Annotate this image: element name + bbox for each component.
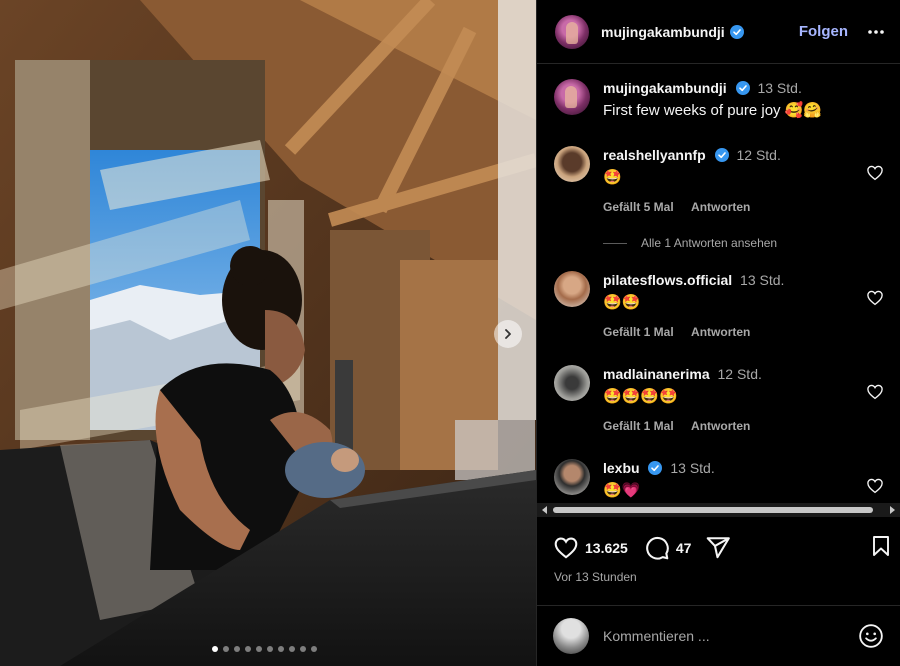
carousel-dot (300, 646, 306, 652)
heart-icon (554, 537, 578, 559)
share-icon (707, 537, 731, 559)
divider (603, 242, 627, 244)
comment-button[interactable]: 47 (644, 535, 692, 561)
comment-input[interactable] (603, 628, 843, 644)
comments-scrollbar[interactable] (537, 503, 900, 517)
reply-button[interactable]: Antworten (691, 200, 750, 214)
comment-icon (646, 536, 669, 560)
caption-time: 13 Std. (757, 80, 802, 96)
post-timestamp: Vor 13 Stunden (554, 570, 637, 584)
comment-username[interactable]: pilatesflows.official (603, 272, 732, 288)
carousel-dot (311, 646, 317, 652)
chevron-right-icon (505, 329, 511, 339)
like-button[interactable]: 13.625 (553, 535, 628, 561)
post-header: mujingakambundji Folgen (537, 0, 900, 64)
avatar[interactable] (554, 365, 590, 401)
comment-time: 13 Std. (670, 460, 715, 476)
comment-username[interactable]: lexbu (603, 460, 640, 476)
carousel-dot (234, 646, 240, 652)
carousel-dot (223, 646, 229, 652)
carousel-dots (212, 646, 317, 652)
post-side-panel: mujingakambundji Folgen mujingakambundji… (536, 0, 900, 666)
view-replies-button[interactable]: Alle 1 Antworten ansehen (603, 236, 777, 250)
avatar[interactable] (554, 79, 590, 115)
scroll-right-icon[interactable] (887, 505, 897, 515)
comment-text: 🤩🤩🤩🤩 (603, 388, 678, 405)
follow-button[interactable]: Folgen (799, 23, 848, 40)
comment-time: 12 Std. (736, 147, 781, 163)
photo-image (0, 0, 536, 666)
author-username[interactable]: mujingakambundji (601, 24, 725, 40)
caption-text: First few weeks of pure joy 🥰🤗 (603, 102, 823, 119)
post-photo[interactable] (0, 0, 536, 666)
avatar[interactable] (554, 459, 590, 495)
comment-text: 🤩 (603, 169, 622, 186)
heart-icon[interactable] (866, 477, 884, 495)
bookmark-icon (873, 535, 889, 556)
save-button[interactable] (869, 534, 893, 563)
comment-text: 🤩💗 (603, 482, 641, 499)
more-icon[interactable] (866, 22, 886, 42)
carousel-dot (278, 646, 284, 652)
carousel-dot (256, 646, 262, 652)
comment-username[interactable]: madlainanerima (603, 366, 710, 382)
comment-likes[interactable]: Gefällt 1 Mal (603, 419, 674, 433)
share-button[interactable] (705, 535, 731, 561)
author-avatar[interactable] (555, 14, 589, 49)
verified-icon (648, 461, 663, 475)
current-user-avatar (553, 618, 589, 654)
avatar[interactable] (554, 271, 590, 307)
scroll-left-icon[interactable] (540, 505, 550, 515)
comment-text: 🤩🤩 (603, 294, 641, 311)
carousel-next-button[interactable] (494, 320, 522, 348)
like-count: 13.625 (585, 540, 628, 556)
comment-item: madlainanerima 12 Std. 🤩🤩🤩🤩 Gefällt 1 Ma… (554, 365, 884, 433)
comment-username[interactable]: realshellyannfp (603, 147, 706, 163)
caption-username[interactable]: mujingakambundji (603, 80, 727, 96)
verified-icon (735, 81, 750, 95)
avatar[interactable] (554, 146, 590, 182)
heart-icon[interactable] (866, 383, 884, 401)
carousel-dot (245, 646, 251, 652)
comment-item: lexbu 13 Std. 🤩💗 (554, 459, 884, 501)
carousel-dot (267, 646, 273, 652)
comment-item: realshellyannfp 12 Std. 🤩 Gefällt 5 Mal … (554, 146, 884, 214)
verified-icon (714, 148, 729, 162)
post-actions: 13.625 47 (553, 530, 893, 566)
post-caption: mujingakambundji 13 Std. First few weeks… (554, 79, 884, 121)
verified-icon (729, 24, 744, 39)
carousel-dot (289, 646, 295, 652)
comment-composer (537, 605, 900, 666)
emoji-icon[interactable] (858, 623, 884, 649)
view-replies-label: Alle 1 Antworten ansehen (641, 236, 778, 250)
heart-icon[interactable] (866, 164, 884, 182)
comment-time: 12 Std. (717, 366, 762, 382)
comments-list[interactable]: mujingakambundji 13 Std. First few weeks… (537, 65, 900, 501)
reply-button[interactable]: Antworten (691, 325, 750, 339)
scrollbar-thumb[interactable] (553, 507, 873, 513)
comment-time: 13 Std. (740, 272, 785, 288)
comment-likes[interactable]: Gefällt 5 Mal (603, 200, 674, 214)
heart-icon[interactable] (866, 289, 884, 307)
reply-button[interactable]: Antworten (691, 419, 750, 433)
carousel-dot (212, 646, 218, 652)
comment-likes[interactable]: Gefällt 1 Mal (603, 325, 674, 339)
comment-count: 47 (675, 540, 692, 556)
comment-item: pilatesflows.official 13 Std. 🤩🤩 Gefällt… (554, 271, 884, 339)
